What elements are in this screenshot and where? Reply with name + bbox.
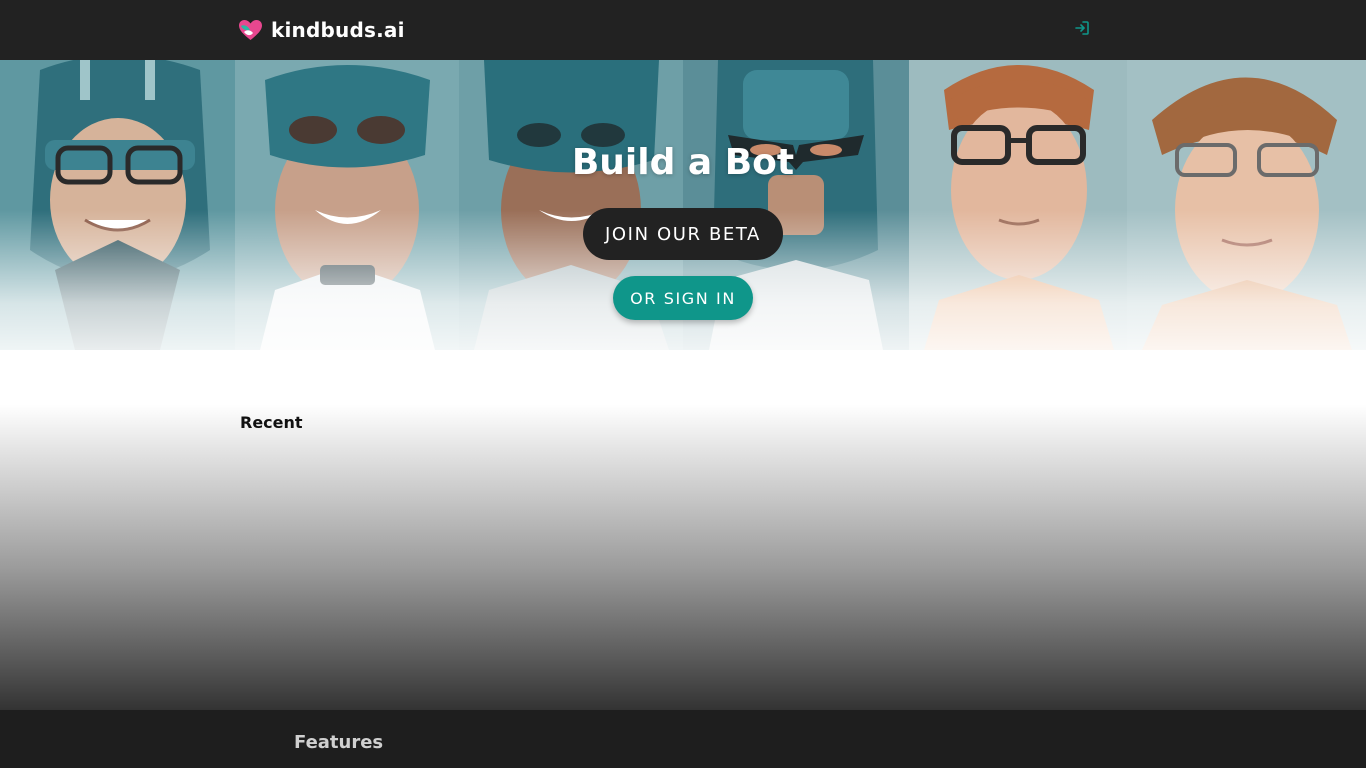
brand-logo-link[interactable]: kindbuds.ai — [238, 17, 405, 43]
heart-logo-icon — [239, 20, 262, 40]
sign-in-icon — [1075, 21, 1089, 35]
features-section: Features — [0, 710, 1366, 768]
brand-name: kindbuds.ai — [271, 18, 405, 42]
top-navigation-bar: kindbuds.ai — [0, 0, 1366, 60]
hero-section: Build a Bot JOIN OUR BETA OR SIGN IN Rec… — [0, 60, 1366, 710]
sign-in-icon-button[interactable] — [1070, 16, 1094, 40]
sign-in-button[interactable]: OR SIGN IN — [613, 276, 753, 320]
features-section-heading: Features — [294, 732, 384, 753]
recent-section-heading: Recent — [240, 413, 303, 432]
join-beta-button[interactable]: JOIN OUR BETA — [583, 208, 783, 260]
page-title: Build a Bot — [571, 142, 795, 183]
